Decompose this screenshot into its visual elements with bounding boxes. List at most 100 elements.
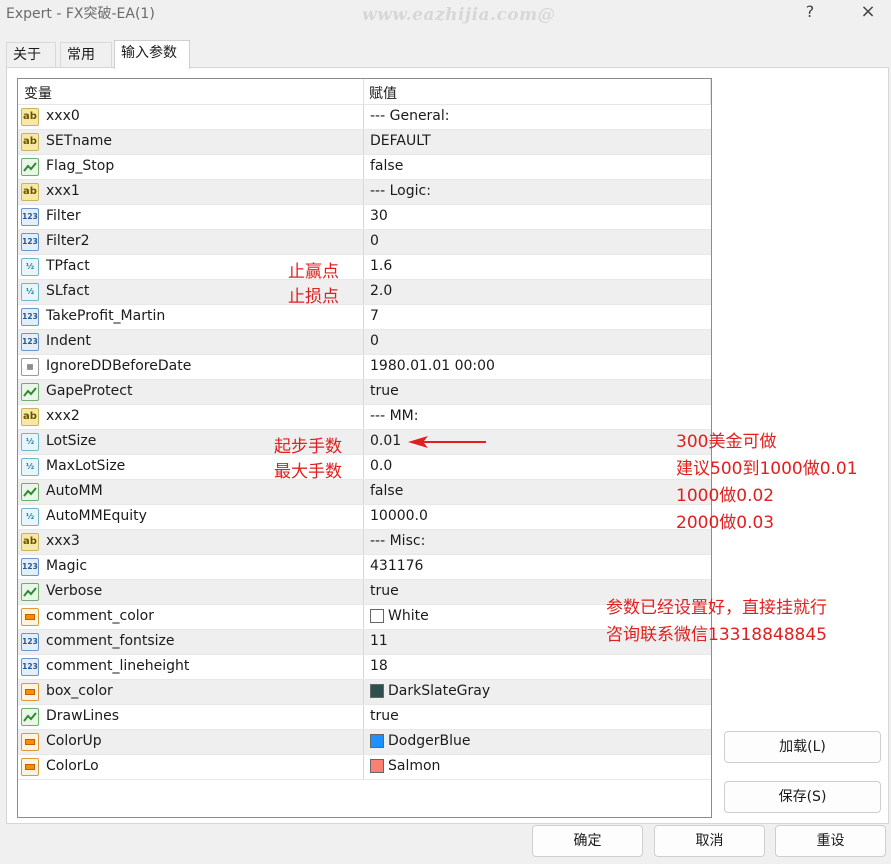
variable-name: MaxLotSize [46, 458, 126, 474]
watermark: www.eazhijia.com@ [362, 5, 556, 25]
variable-cell[interactable]: GapeProtect [18, 380, 363, 404]
table-row[interactable]: ColorUp DodgerBlue [18, 730, 711, 755]
table-row[interactable]: ½ MaxLotSize 0.0 [18, 455, 711, 480]
string-type-icon: ab [21, 133, 39, 151]
variable-cell[interactable]: ab SETname [18, 130, 363, 154]
reset-button[interactable]: 重设 [775, 825, 886, 857]
variable-value: 1980.01.01 00:00 [370, 358, 495, 374]
color-swatch [370, 759, 384, 773]
value-cell[interactable]: 10000.0 [363, 505, 711, 529]
variable-cell[interactable]: 123 Magic [18, 555, 363, 579]
help-button[interactable]: ? [790, 1, 830, 25]
variable-value: false [370, 158, 404, 174]
table-row[interactable]: 123 Filter2 0 [18, 230, 711, 255]
header-variable[interactable]: 变量 [24, 83, 52, 103]
value-cell[interactable]: 1.6 [363, 255, 711, 279]
table-row[interactable]: 123 comment_lineheight 18 [18, 655, 711, 680]
save-button[interactable]: 保存(S) [724, 781, 881, 813]
value-cell[interactable]: --- Logic: [363, 180, 711, 204]
variable-cell[interactable]: 123 Filter [18, 205, 363, 229]
variable-cell[interactable]: Verbose [18, 580, 363, 604]
tab-common[interactable]: 常用 [60, 42, 112, 68]
variable-name: ColorLo [46, 758, 99, 774]
value-cell[interactable]: 2.0 [363, 280, 711, 304]
table-row[interactable]: 123 Indent 0 [18, 330, 711, 355]
variable-cell[interactable]: AutoMM [18, 480, 363, 504]
value-cell[interactable]: Salmon [363, 755, 711, 779]
variable-cell[interactable]: Flag_Stop [18, 155, 363, 179]
table-row[interactable]: Flag_Stop false [18, 155, 711, 180]
parameters-table[interactable]: 变量 赋值 ab xxx0 --- General: ab SETname DEFAULT… [17, 78, 712, 818]
table-row[interactable]: ab xxx3 --- Misc: [18, 530, 711, 555]
table-row[interactable]: GapeProtect true [18, 380, 711, 405]
table-row[interactable]: ½ LotSize 0.01 [18, 430, 711, 455]
ok-button[interactable]: 确定 [532, 825, 643, 857]
variable-cell[interactable]: 123 Filter2 [18, 230, 363, 254]
value-cell[interactable]: 0 [363, 230, 711, 254]
table-row[interactable]: 123 Magic 431176 [18, 555, 711, 580]
variable-cell[interactable]: ab xxx2 [18, 405, 363, 429]
table-row[interactable]: ab xxx2 --- MM: [18, 405, 711, 430]
table-row[interactable]: 123 TakeProfit_Martin 7 [18, 305, 711, 330]
table-row[interactable]: ½ TPfact 1.6 [18, 255, 711, 280]
header-value[interactable]: 赋值 [369, 83, 397, 103]
bool-type-icon [21, 483, 39, 501]
variable-cell[interactable]: ab xxx1 [18, 180, 363, 204]
value-cell[interactable]: DodgerBlue [363, 730, 711, 754]
value-cell[interactable]: --- General: [363, 105, 711, 129]
table-row[interactable]: ½ SLfact 2.0 [18, 280, 711, 305]
table-row[interactable]: box_color DarkSlateGray [18, 680, 711, 705]
value-cell[interactable]: 431176 [363, 555, 711, 579]
variable-cell[interactable]: ab xxx0 [18, 105, 363, 129]
table-row[interactable]: AutoMM false [18, 480, 711, 505]
double-type-icon: ½ [21, 508, 39, 526]
variable-cell[interactable]: ½ AutoMMEquity [18, 505, 363, 529]
color-swatch [370, 609, 384, 623]
value-cell[interactable]: true [363, 380, 711, 404]
value-cell[interactable]: 1980.01.01 00:00 [363, 355, 711, 379]
variable-value: 10000.0 [370, 508, 428, 524]
cancel-button[interactable]: 取消 [654, 825, 765, 857]
value-cell[interactable]: true [363, 705, 711, 729]
variable-cell[interactable]: ▦ IgnoreDDBeforeDate [18, 355, 363, 379]
variable-cell[interactable]: DrawLines [18, 705, 363, 729]
variable-cell[interactable]: comment_color [18, 605, 363, 629]
value-cell[interactable]: DEFAULT [363, 130, 711, 154]
value-cell[interactable]: false [363, 480, 711, 504]
value-cell[interactable]: 0.0 [363, 455, 711, 479]
table-row[interactable]: DrawLines true [18, 705, 711, 730]
variable-name: Indent [46, 333, 91, 349]
variable-cell[interactable]: ColorLo [18, 755, 363, 779]
table-row[interactable]: 123 Filter 30 [18, 205, 711, 230]
variable-value: 0 [370, 233, 379, 249]
table-row[interactable]: ab SETname DEFAULT [18, 130, 711, 155]
variable-cell[interactable]: 123 comment_lineheight [18, 655, 363, 679]
table-row[interactable]: ColorLo Salmon [18, 755, 711, 780]
variable-name: SETname [46, 133, 112, 149]
variable-name: xxx1 [46, 183, 80, 199]
variable-cell[interactable]: 123 comment_fontsize [18, 630, 363, 654]
table-row[interactable]: ▦ IgnoreDDBeforeDate 1980.01.01 00:00 [18, 355, 711, 380]
variable-cell[interactable]: ColorUp [18, 730, 363, 754]
variable-cell[interactable]: ab xxx3 [18, 530, 363, 554]
value-cell[interactable]: DarkSlateGray [363, 680, 711, 704]
table-row[interactable]: ab xxx1 --- Logic: [18, 180, 711, 205]
tab-inputs[interactable]: 输入参数 [114, 40, 190, 69]
value-cell[interactable]: --- Misc: [363, 530, 711, 554]
value-cell[interactable]: false [363, 155, 711, 179]
value-cell[interactable]: 18 [363, 655, 711, 679]
table-row[interactable]: ½ AutoMMEquity 10000.0 [18, 505, 711, 530]
table-row[interactable]: ab xxx0 --- General: [18, 105, 711, 130]
value-cell[interactable]: --- MM: [363, 405, 711, 429]
value-cell[interactable]: 0 [363, 330, 711, 354]
value-cell[interactable]: 7 [363, 305, 711, 329]
variable-cell[interactable]: box_color [18, 680, 363, 704]
variable-cell[interactable]: 123 Indent [18, 330, 363, 354]
variable-cell[interactable]: 123 TakeProfit_Martin [18, 305, 363, 329]
tab-about[interactable]: 关于 [6, 42, 56, 68]
value-cell[interactable]: 30 [363, 205, 711, 229]
variable-value: --- Misc: [370, 533, 426, 549]
close-button[interactable]: × [848, 1, 888, 25]
load-button[interactable]: 加载(L) [724, 731, 881, 763]
variable-name: comment_fontsize [46, 633, 175, 649]
